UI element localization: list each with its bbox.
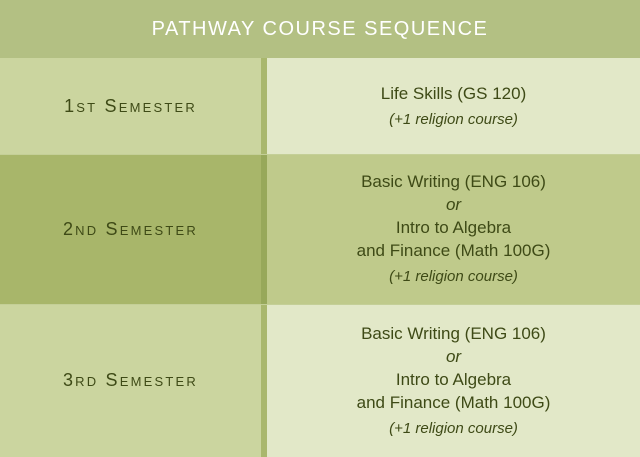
- course-line: Basic Writing (ENG 106): [361, 323, 546, 343]
- course-line: Intro to Algebra: [395, 218, 512, 237]
- religion-note: (+1 religion course): [389, 268, 518, 285]
- religion-note: (+1 religion course): [389, 419, 518, 437]
- semester-label-2: 2nd Semester: [0, 154, 261, 304]
- course-line: Life Skills (GS 120): [380, 83, 527, 103]
- or-connector: or: [445, 195, 462, 214]
- course-line: and Finance (Math 100G): [356, 241, 551, 260]
- semester-label-1: 1st Semester: [0, 58, 261, 154]
- row-divider: [0, 154, 640, 155]
- course-cell-1: Life Skills (GS 120) (+1 religion course…: [267, 58, 640, 154]
- table-row-3: 3rd Semester Basic Writing (ENG 106) or …: [0, 304, 640, 457]
- course-cell-3: Basic Writing (ENG 106) or Intro to Alge…: [267, 304, 640, 457]
- row-divider: [0, 304, 640, 305]
- or-connector: or: [445, 346, 462, 366]
- table-title: PATHWAY COURSE SEQUENCE: [0, 0, 640, 58]
- course-cell-2: Basic Writing (ENG 106) or Intro to Alge…: [267, 154, 640, 304]
- course-line: and Finance (Math 100G): [356, 392, 551, 412]
- semester-label-3: 3rd Semester: [0, 304, 261, 457]
- religion-note: (+1 religion course): [389, 110, 518, 128]
- table-row-1: 1st Semester Life Skills (GS 120) (+1 re…: [0, 58, 640, 154]
- course-line: Intro to Algebra: [395, 369, 512, 389]
- course-line: Basic Writing (ENG 106): [361, 172, 546, 191]
- course-sequence-table: PATHWAY COURSE SEQUENCE 1st Semester Lif…: [0, 0, 640, 457]
- table-row-2: 2nd Semester Basic Writing (ENG 106) or …: [0, 154, 640, 304]
